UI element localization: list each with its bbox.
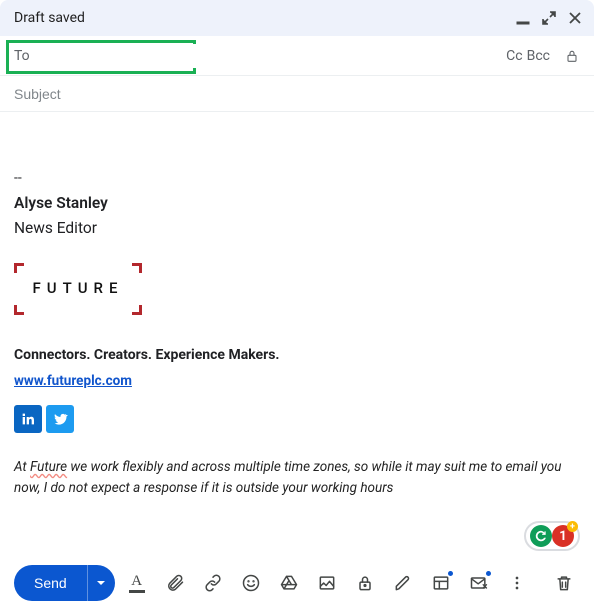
company-logo: FUTURE [14,263,142,315]
send-button[interactable]: Send [14,565,87,601]
social-links [14,405,580,433]
lock-icon[interactable] [564,48,580,64]
insert-drive-icon[interactable] [273,567,305,599]
notification-badge[interactable]: 1 + [552,525,574,547]
minimize-icon[interactable] [516,11,530,25]
company-site-link[interactable]: www.futureplc.com [14,372,132,392]
extension-badges: 1 + [524,521,580,551]
linkedin-icon[interactable] [14,405,42,433]
compose-body[interactable]: -- Alyse Stanley News Editor FUTURE Conn… [0,112,594,499]
insert-emoji-icon[interactable] [235,567,267,599]
compose-header: Draft saved [0,0,594,36]
signature-tagline: Connectors. Creators. Experience Makers. [14,345,580,365]
signature-separator: -- [14,168,580,188]
attach-file-icon[interactable] [159,567,191,599]
confidential-mode-icon[interactable] [349,567,381,599]
layouts-icon[interactable] [425,567,457,599]
insert-link-icon[interactable] [197,567,229,599]
subject-row [0,76,594,112]
bcc-toggle[interactable]: Bcc [527,48,550,64]
send-options-button[interactable] [87,565,115,601]
signature-disclaimer: At Future we work flexibly and across mu… [14,457,580,499]
insert-signature-icon[interactable] [387,567,419,599]
to-row: To Cc Bcc [0,36,594,76]
cc-toggle[interactable]: Cc [506,48,522,64]
signature-role: News Editor [14,217,580,239]
discard-draft-icon[interactable] [548,567,580,599]
twitter-icon[interactable] [46,405,74,433]
to-input[interactable] [42,44,506,68]
subject-input[interactable] [14,86,580,102]
signature-name: Alyse Stanley [14,192,580,214]
to-label: To [14,48,34,64]
more-options-icon[interactable] [501,567,533,599]
insert-photo-icon[interactable] [311,567,343,599]
formatting-options-icon[interactable]: A [121,567,153,599]
compose-toolbar: Send A [0,561,594,605]
logo-text: FUTURE [33,278,124,300]
close-icon[interactable] [568,11,582,25]
expand-icon[interactable] [542,11,556,25]
pending-send-icon[interactable] [463,567,495,599]
header-window-controls [516,11,582,25]
send-button-group: Send [14,565,115,601]
header-title: Draft saved [14,10,85,26]
grammarly-badge[interactable] [530,525,552,547]
plus-indicator: + [567,521,578,532]
